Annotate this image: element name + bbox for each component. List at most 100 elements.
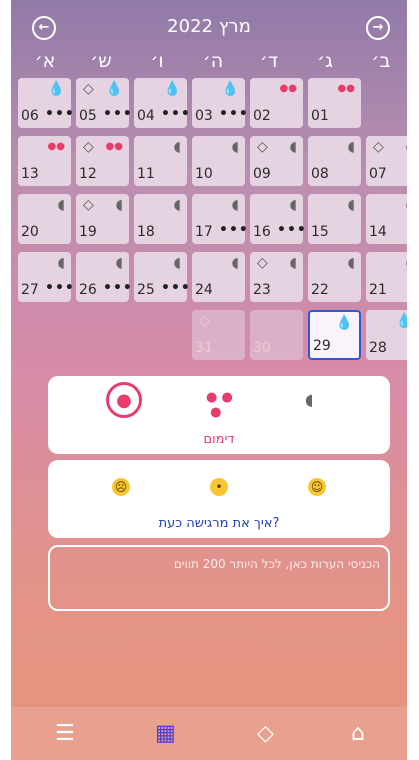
flow-panel: ● ● ● ● ◖ דימום bbox=[48, 376, 390, 454]
calendar-day[interactable]: ◖ 24 bbox=[192, 252, 245, 302]
no-flow-icon: ◖ bbox=[115, 255, 123, 271]
calendar-day[interactable]: ◖ 18 bbox=[134, 194, 187, 244]
no-flow-icon: ◖ bbox=[57, 197, 65, 213]
drops-icon: ●● bbox=[47, 141, 65, 152]
calendar-day[interactable]: ◖ 14 bbox=[366, 194, 407, 244]
calendar-day-today[interactable]: 💧 29 bbox=[308, 310, 361, 360]
no-flow-icon: ◖ bbox=[347, 255, 355, 271]
notes-indicator: ••• bbox=[45, 106, 75, 122]
calendar-day[interactable]: ◖ 21 bbox=[366, 252, 407, 302]
diamond-icon: ◇ bbox=[199, 313, 210, 329]
day-number: 08 bbox=[311, 166, 329, 182]
no-flow-icon: ◖ bbox=[406, 198, 407, 212]
notes-indicator: ••• bbox=[219, 222, 249, 238]
flow-label: דימום bbox=[203, 432, 235, 447]
day-number: 09 bbox=[253, 166, 271, 182]
calendar-icon[interactable]: ▦ bbox=[155, 721, 176, 746]
weekday-label: ו׳ bbox=[150, 50, 164, 72]
notes-indicator: ••• bbox=[161, 280, 191, 296]
notes-textarea[interactable] bbox=[58, 555, 382, 605]
diamond-icon: ◇ bbox=[257, 255, 268, 271]
no-flow-icon: ◖ bbox=[173, 139, 181, 155]
calendar-day[interactable]: ◖ 26 ••• bbox=[76, 252, 132, 302]
no-flow-icon: ◖ bbox=[173, 255, 181, 271]
diamond-icon[interactable]: ◇ bbox=[257, 721, 274, 746]
calendar-day[interactable]: 💧 03 ••• bbox=[192, 78, 248, 128]
calendar-day[interactable]: ◖ 22 bbox=[308, 252, 361, 302]
happy-face-icon[interactable]: ☺ bbox=[308, 478, 326, 496]
no-flow-icon: ◖ bbox=[347, 139, 355, 155]
day-number: 22 bbox=[311, 282, 329, 298]
calendar-day[interactable]: ◖ 25 ••• bbox=[134, 252, 190, 302]
calendar-day[interactable]: ◇ 💧 05 ••• bbox=[76, 78, 132, 128]
heavy-drop-icon[interactable]: ● bbox=[106, 382, 142, 418]
drop-icon: 💧 bbox=[221, 81, 239, 97]
calendar-day[interactable]: ●● 01 bbox=[308, 78, 361, 128]
calendar-day[interactable]: ◖ 16 ••• bbox=[250, 194, 306, 244]
drop-icon: 💧 bbox=[105, 81, 123, 97]
home-icon[interactable]: ⌂ bbox=[351, 721, 365, 746]
notes-indicator: ••• bbox=[103, 280, 133, 296]
no-flow-icon: ◖ bbox=[231, 139, 239, 155]
drop-icon: 💧 bbox=[335, 315, 353, 331]
day-number: 20 bbox=[21, 224, 39, 240]
no-flow-icon: ◖ bbox=[57, 255, 65, 271]
app-frame: { "header": {"title": "מרץ 2022", "prev_… bbox=[11, 0, 407, 760]
calendar-day[interactable]: ●● 02 bbox=[250, 78, 303, 128]
no-flow-icon: ◖ bbox=[231, 197, 239, 213]
day-number: 11 bbox=[137, 166, 155, 182]
calendar-day[interactable]: ◖ 11 bbox=[134, 136, 187, 186]
no-flow-icon: ◖ bbox=[289, 255, 297, 271]
calendar-day[interactable]: ◇ 31 bbox=[192, 310, 245, 360]
menu-icon[interactable]: ☰ bbox=[55, 721, 75, 746]
medium-drops-icon[interactable]: ● ● ● bbox=[206, 390, 233, 420]
calendar-day[interactable]: 💧 06 ••• bbox=[18, 78, 74, 128]
calendar-day[interactable]: ◇ ◖ 09 bbox=[250, 136, 303, 186]
sad-face-icon[interactable]: ☹ bbox=[112, 478, 130, 496]
day-number: 03 bbox=[195, 108, 213, 124]
calendar-day[interactable]: ◖ 27 ••• bbox=[18, 252, 74, 302]
calendar-day[interactable]: 💧 04 ••• bbox=[134, 78, 190, 128]
day-number: 29 bbox=[313, 338, 331, 354]
calendar-day[interactable]: ◖ 17 ••• bbox=[192, 194, 248, 244]
calendar-day[interactable]: ◇ ◖ 07 bbox=[366, 136, 407, 186]
arrow-right-circle-icon[interactable]: → bbox=[366, 16, 390, 40]
notes-indicator: ••• bbox=[219, 106, 249, 122]
calendar-day[interactable]: 💧 28 bbox=[366, 310, 407, 360]
no-flow-icon: ◖ bbox=[115, 197, 123, 213]
diamond-icon: ◇ bbox=[373, 139, 384, 155]
calendar-day[interactable]: ◖ 20 bbox=[18, 194, 71, 244]
neutral-face-icon[interactable]: • bbox=[210, 478, 228, 496]
calendar-day[interactable]: ◖ 15 bbox=[308, 194, 361, 244]
no-flow-icon[interactable]: ◖ bbox=[305, 390, 313, 409]
calendar-day[interactable]: ●● 13 bbox=[18, 136, 71, 186]
diamond-icon: ◇ bbox=[83, 81, 94, 97]
calendar-day[interactable]: ◖ 10 bbox=[192, 136, 245, 186]
notes-indicator: ••• bbox=[45, 280, 75, 296]
calendar-day[interactable]: ◖ 08 bbox=[308, 136, 361, 186]
day-number: 24 bbox=[195, 282, 213, 298]
calendar-header: ← מרץ 2022 → bbox=[11, 14, 407, 42]
weekday-label: ש׳ bbox=[90, 50, 112, 72]
day-number: 02 bbox=[253, 108, 271, 124]
no-flow-icon: ◖ bbox=[406, 140, 407, 154]
no-flow-icon: ◖ bbox=[231, 255, 239, 271]
drop-icon: 💧 bbox=[395, 313, 407, 329]
weekday-labels: א׳ ש׳ ו׳ ה׳ ד׳ ג׳ ב׳ bbox=[17, 50, 407, 74]
calendar-day[interactable]: ◇ ●● 12 bbox=[76, 136, 129, 186]
day-number: 10 bbox=[195, 166, 213, 182]
drop-icon: 💧 bbox=[163, 81, 181, 97]
diamond-icon: ◇ bbox=[83, 139, 94, 155]
no-flow-icon: ◖ bbox=[173, 197, 181, 213]
day-number: 27 bbox=[21, 282, 39, 298]
drops-icon: ●● bbox=[279, 83, 297, 94]
calendar-day[interactable]: 30 bbox=[250, 310, 303, 360]
calendar-day[interactable]: ◇ ◖ 19 bbox=[76, 194, 129, 244]
day-number: 16 bbox=[253, 224, 271, 240]
drops-icon: ●● bbox=[105, 141, 123, 152]
calendar-day[interactable]: ◇ ◖ 23 bbox=[250, 252, 303, 302]
notes-indicator: ••• bbox=[277, 222, 307, 238]
notes-box bbox=[48, 545, 390, 611]
diamond-icon: ◇ bbox=[257, 139, 268, 155]
no-flow-icon: ◖ bbox=[289, 139, 297, 155]
